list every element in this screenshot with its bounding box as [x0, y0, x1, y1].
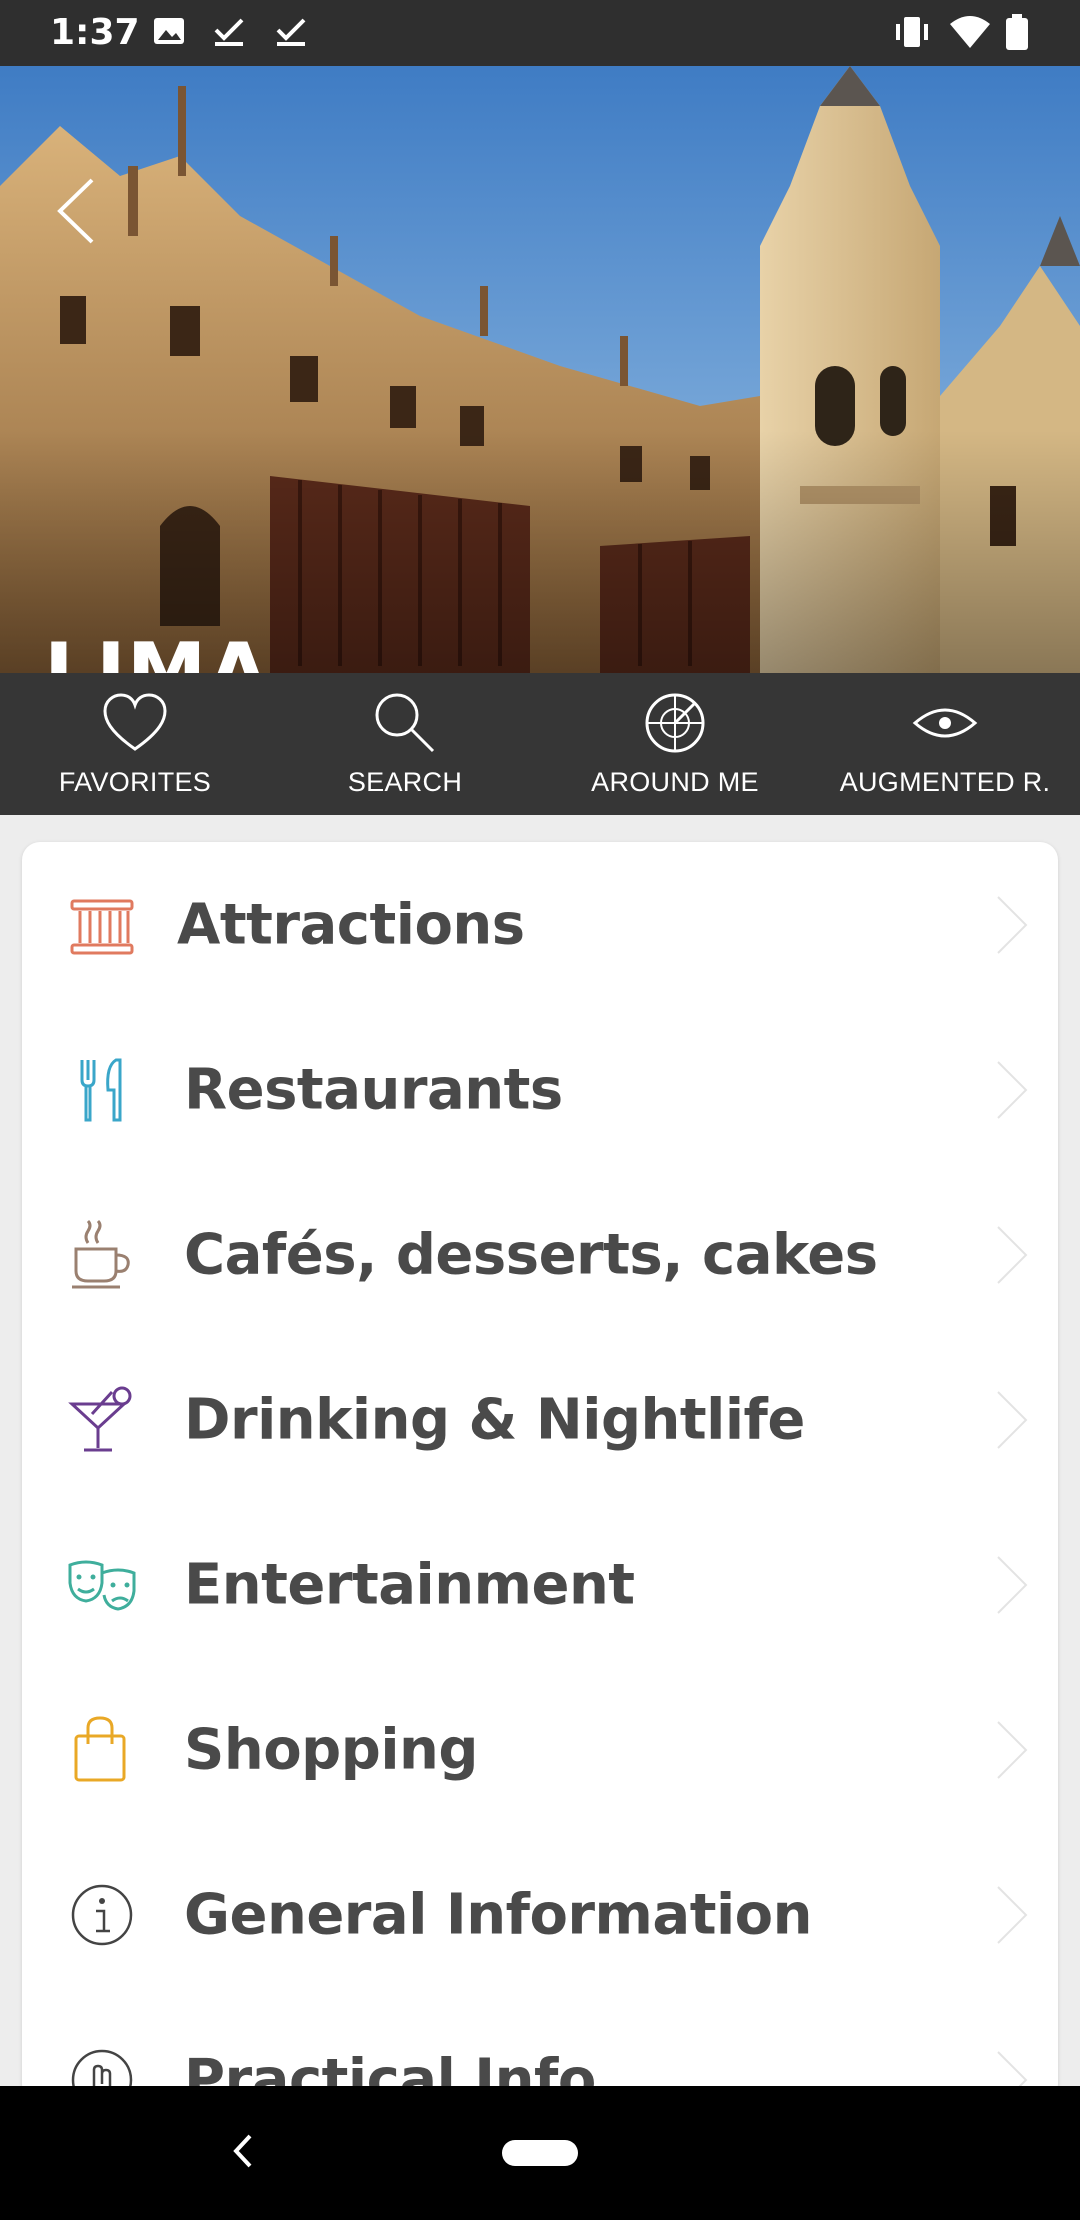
tab-label: AROUND ME: [591, 767, 759, 797]
category-label: General Information: [184, 1882, 813, 1947]
battery-icon: [1006, 14, 1028, 50]
category-row-general-information[interactable]: General Information: [22, 1832, 1058, 1997]
category-label: Shopping: [184, 1717, 479, 1782]
status-bar: 1:37: [0, 0, 1080, 66]
chevron-right-icon: [997, 1885, 1028, 1944]
wifi-icon: [950, 16, 990, 48]
coffee-cup-icon: [72, 1219, 130, 1288]
category-row-drinking-nightlife[interactable]: Drinking & Nightlife: [22, 1337, 1058, 1502]
category-row-restaurants[interactable]: Restaurants: [22, 1007, 1058, 1172]
tab-around-me[interactable]: AROUND ME: [540, 673, 810, 815]
eye-icon: [912, 708, 978, 738]
category-row-shopping[interactable]: Shopping: [22, 1667, 1058, 1832]
quick-actions-bar: FAVORITES SEARCH AROUND ME AUGMENTED R.: [0, 673, 1080, 815]
radar-icon: [645, 693, 705, 753]
tab-label: FAVORITES: [58, 767, 212, 797]
back-chevron-icon[interactable]: [52, 176, 102, 246]
category-list: Attractions Restaurants Cafés, desserts,…: [22, 842, 1058, 2102]
search-icon: [375, 693, 435, 753]
status-time: 1:37: [50, 12, 140, 53]
tab-label: SEARCH: [347, 767, 463, 797]
shopping-bag-icon: [74, 1715, 126, 1781]
image-notification-icon: [154, 18, 184, 44]
category-row-entertainment[interactable]: Entertainment: [22, 1502, 1058, 1667]
category-label: Entertainment: [184, 1552, 635, 1617]
category-label: Attractions: [177, 892, 525, 957]
chevron-right-icon: [997, 1555, 1028, 1614]
vibrate-icon: [896, 17, 928, 47]
chevron-right-icon: [997, 1390, 1028, 1449]
tab-augmented-reality[interactable]: AUGMENTED R.: [810, 673, 1080, 815]
system-navigation-bar: [0, 2086, 1080, 2220]
hero-banner: LIMA: [0, 66, 1080, 673]
download-done-icon-2: [276, 18, 306, 46]
heart-icon: [103, 693, 167, 751]
category-row-cafes[interactable]: Cafés, desserts, cakes: [22, 1172, 1058, 1337]
chevron-right-icon: [997, 1225, 1028, 1284]
museum-icon: [70, 899, 134, 954]
cathedral-photo: [0, 66, 1080, 673]
category-label: Drinking & Nightlife: [184, 1387, 805, 1452]
city-title: LIMA: [44, 626, 271, 673]
category-label: Cafés, desserts, cakes: [184, 1222, 878, 1287]
nav-home-pill[interactable]: [502, 2140, 578, 2166]
chevron-right-icon: [997, 1720, 1028, 1779]
tab-favorites[interactable]: FAVORITES: [0, 673, 270, 815]
download-done-icon: [214, 18, 244, 46]
chevron-right-icon: [997, 895, 1028, 954]
theater-masks-icon: [68, 1560, 136, 1611]
category-row-attractions[interactable]: Attractions: [22, 842, 1058, 1007]
info-icon: [71, 1884, 133, 1945]
tab-label: AUGMENTED R.: [839, 767, 1051, 797]
cocktail-icon: [68, 1386, 132, 1451]
cutlery-icon: [80, 1058, 122, 1121]
chevron-right-icon: [997, 1060, 1028, 1119]
tab-search[interactable]: SEARCH: [270, 673, 540, 815]
nav-back-icon[interactable]: [222, 2126, 262, 2176]
category-label: Restaurants: [184, 1057, 563, 1122]
